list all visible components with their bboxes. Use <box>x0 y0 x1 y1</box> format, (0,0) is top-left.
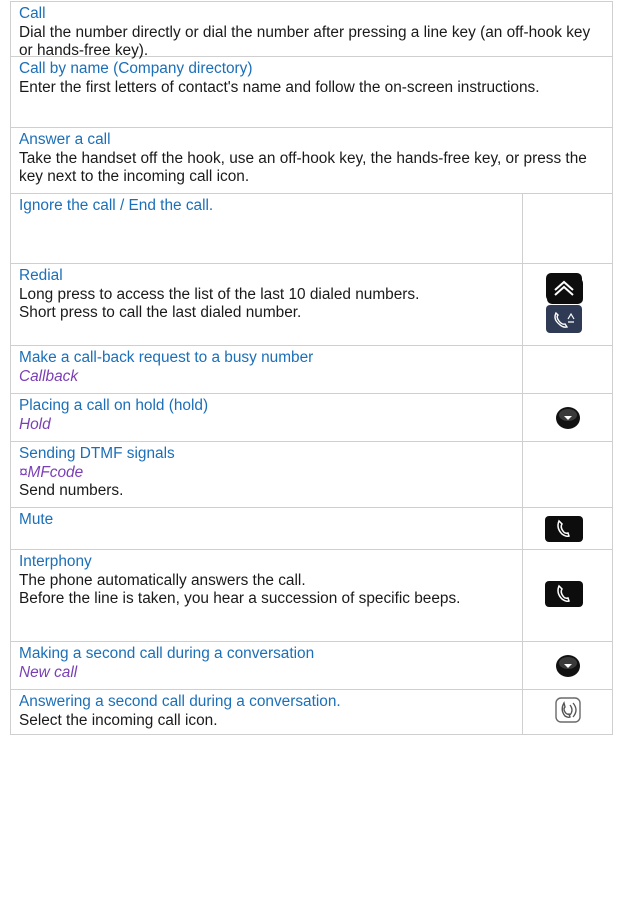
quick-reference-table: Call Dial the number directly or dial th… <box>0 0 623 923</box>
redial-key-icon[interactable] <box>546 273 582 301</box>
row-title: Interphony <box>19 553 92 570</box>
row-interphony: Interphony The phone automatically answe… <box>10 550 613 642</box>
row-redial: Redial Long press to access the list of … <box>10 264 613 346</box>
row-title: Mute <box>19 511 54 528</box>
row-title: Answering a second call during a convers… <box>19 693 341 710</box>
row-ignore-end-call: Ignore the call / End the call. <box>10 194 613 304</box>
row-title: Redial <box>19 267 63 284</box>
row-callback: Make a call-back request to a busy numbe… <box>10 346 613 394</box>
row-answer-call: Answer a call Take the handset off the h… <box>10 128 613 194</box>
row-description: Select the incoming call icon. <box>19 711 218 729</box>
row-title: Make a call-back request to a busy numbe… <box>19 349 314 366</box>
row-description: The phone automatically answers the call… <box>19 571 461 608</box>
row-description: Enter the first letters of contact's nam… <box>19 78 540 96</box>
navigator-button-icon[interactable] <box>555 654 581 678</box>
mute-key-icon[interactable] <box>545 516 583 542</box>
row-dtmf: Sending DTMF signals ¤MFcode Send number… <box>10 442 613 508</box>
row-title: Ignore the call / End the call. <box>19 197 214 214</box>
row-call: Call Dial the number directly or dial th… <box>10 1 613 59</box>
row-title: Call by name (Company directory) <box>19 60 253 77</box>
row-mute: Mute <box>10 508 613 550</box>
row-title: Call <box>19 5 46 22</box>
row-answer-second-call: Answering a second call during a convers… <box>10 690 613 735</box>
row-title: Making a second call during a conversati… <box>19 645 315 662</box>
navigator-button-icon[interactable] <box>555 406 581 430</box>
row-title: Sending DTMF signals <box>19 445 175 462</box>
interphony-key-icon[interactable] <box>545 581 583 607</box>
softkey-label[interactable]: ¤MFcode <box>19 464 519 483</box>
incoming-call-icon[interactable] <box>555 697 581 723</box>
row-hold: Placing a call on hold (hold) Hold <box>10 394 613 442</box>
softkey-label[interactable]: New call <box>19 664 519 683</box>
row-description: Dial the number directly or dial the num… <box>19 23 591 60</box>
row-title: Placing a call on hold (hold) <box>19 397 209 414</box>
softkey-label[interactable]: Hold <box>19 416 519 435</box>
row-description: Send numbers. <box>19 482 124 499</box>
row-second-call: Making a second call during a conversati… <box>10 642 613 690</box>
softkey-label[interactable]: Callback <box>19 368 519 387</box>
row-description: Long press to access the list of the las… <box>19 285 420 322</box>
redial-handset-icon[interactable] <box>546 305 582 333</box>
row-title: Answer a call <box>19 131 111 148</box>
row-call-by-name: Call by name (Company directory) Enter t… <box>10 57 613 128</box>
row-description: Take the handset off the hook, use an of… <box>19 149 587 186</box>
